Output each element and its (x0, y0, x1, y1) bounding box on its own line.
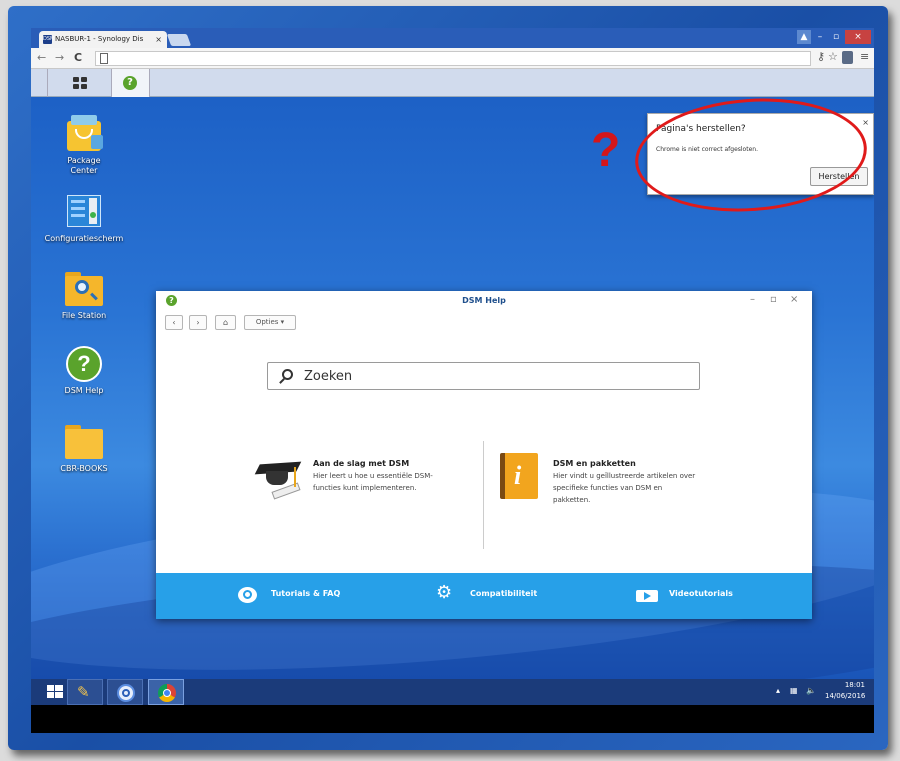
screen-bottom-border (31, 705, 874, 733)
topic-description: pakketten. (553, 496, 591, 504)
annotation-question-mark: ? (591, 124, 621, 177)
reload-button[interactable]: C (74, 51, 82, 64)
screenshot-frame: DSM NASBUR-1 - Synology Dis × ▲ – ▫ × ← … (8, 6, 888, 750)
dsm-help-icon: ? (123, 76, 137, 90)
chat-bubble-icon (238, 587, 257, 603)
desktop-icon-file-station[interactable]: File Station (34, 270, 134, 321)
volume-icon[interactable]: 🔈 (806, 686, 816, 695)
graduation-cap-icon (254, 459, 304, 503)
tray-expand-icon[interactable]: ▴ (776, 686, 780, 695)
windows-logo-icon (47, 685, 63, 699)
minimize-icon[interactable]: – (750, 294, 755, 305)
main-menu-icon (73, 77, 87, 89)
network-icon[interactable]: ▦ (790, 686, 798, 695)
close-icon[interactable]: × (790, 294, 798, 305)
options-button[interactable]: Opties ▾ (244, 315, 296, 330)
taskbar-app[interactable] (107, 679, 143, 705)
desktop-icon-label: File Station (61, 311, 107, 320)
browser-titlebar: DSM NASBUR-1 - Synology Dis × ▲ – ▫ × (31, 28, 874, 48)
new-tab-button[interactable] (166, 34, 192, 46)
control-panel-icon (63, 193, 105, 231)
home-button[interactable]: ⌂ (215, 315, 236, 330)
dsm-help-window: ? DSM Help – ▫ × ‹ › ⌂ Opties ▾ Zoeken A… (156, 291, 812, 619)
topic-title: DSM en pakketten (553, 459, 636, 468)
page-icon (100, 53, 108, 64)
search-icon (282, 369, 293, 380)
help-window-title: DSM Help (462, 296, 506, 305)
topic-title: Aan de slag met DSM (313, 459, 410, 468)
help-window-titlebar[interactable]: ? DSM Help – ▫ × (156, 291, 812, 311)
forward-button[interactable]: › (189, 315, 207, 330)
home-icon: ⌂ (222, 318, 229, 327)
tutorials-faq-label: Tutorials & FAQ (271, 589, 341, 598)
desktop-icon-package-center[interactable]: Package Center (34, 115, 134, 176)
taskbar-chrome[interactable] (148, 679, 184, 705)
annotation-red-ellipse (631, 91, 871, 219)
maximize-icon[interactable]: ▫ (770, 294, 777, 305)
forward-button[interactable]: → (55, 51, 64, 64)
topic-description: functies kunt implementeren. (313, 484, 417, 492)
clock-time[interactable]: 18:01 (825, 681, 865, 689)
compatibility-label: Compatibiliteit (470, 589, 538, 598)
tab-close-icon[interactable]: × (155, 31, 162, 48)
main-menu-button[interactable] (47, 69, 112, 97)
close-window-button[interactable]: × (845, 30, 871, 44)
dsm-help-icon: ? (63, 345, 105, 383)
video-play-icon (636, 590, 658, 602)
topic-description: Hier leert u hoe u essentiële DSM- (313, 472, 433, 480)
gears-icon: ⚙ (436, 582, 453, 603)
taskbar-dsm-help-button[interactable]: ? (112, 69, 150, 97)
back-button[interactable]: ← (37, 51, 46, 64)
desktop-icon-control-panel[interactable]: Configuratiescherm (34, 193, 134, 244)
windows-taskbar: ✎ ▴ ▦ 🔈 18:01 14/06/2016 (31, 679, 874, 705)
extension-icon[interactable] (842, 51, 853, 64)
key-icon[interactable]: ⚷ (817, 50, 825, 63)
topic-description: Hier vindt u geïllustreerde artikelen ov… (553, 472, 696, 480)
minimize-button[interactable]: – (813, 30, 827, 44)
desktop-icon-label: Configuratiescherm (44, 234, 124, 243)
menu-icon[interactable]: ≡ (860, 50, 869, 63)
address-bar[interactable] (95, 51, 811, 66)
desktop-icon-cbr-books[interactable]: CBR-BOOKS (34, 423, 134, 474)
folder-icon (63, 423, 105, 461)
paint-icon: ✎ (77, 683, 90, 701)
dsm-desktop: ? Package Center Configuratiescherm File… (31, 69, 874, 679)
maximize-button[interactable]: ▫ (829, 30, 843, 44)
taskbar-paint-app[interactable]: ✎ (67, 679, 103, 705)
back-button[interactable]: ‹ (165, 315, 183, 330)
bookmark-star-icon[interactable]: ☆ (828, 50, 838, 63)
file-station-icon (63, 270, 105, 308)
package-center-icon (63, 115, 105, 153)
tab-title: NASBUR-1 - Synology Dis (55, 35, 144, 43)
profile-icon[interactable]: ▲ (797, 30, 811, 44)
browser-tab[interactable]: DSM NASBUR-1 - Synology Dis × (39, 31, 167, 48)
chrome-icon (158, 684, 176, 702)
app-icon (117, 684, 135, 702)
help-footer: Tutorials & FAQ ⚙ Compatibiliteit Videot… (156, 573, 812, 619)
info-book-icon: i (500, 453, 540, 499)
screen: DSM NASBUR-1 - Synology Dis × ▲ – ▫ × ← … (31, 28, 874, 733)
dsm-taskbar: ? (31, 69, 874, 97)
desktop-icon-label: DSM Help (64, 386, 104, 395)
video-tutorials-label: Videotutorials (669, 589, 733, 598)
search-placeholder: Zoeken (304, 369, 353, 384)
help-search-input[interactable]: Zoeken (267, 362, 700, 390)
synology-favicon-icon: DSM (43, 35, 55, 44)
desktop-icon-label: CBR-BOOKS (60, 464, 108, 473)
desktop-icon-label: Package Center (67, 156, 101, 175)
desktop-icon-dsm-help[interactable]: ? DSM Help (34, 345, 134, 396)
browser-toolbar: ← → C ⚷ ☆ ≡ (31, 48, 874, 69)
clock-date[interactable]: 14/06/2016 (825, 692, 865, 700)
topic-description: specifieke functies van DSM en (553, 484, 663, 492)
topic-divider (483, 441, 484, 549)
close-icon[interactable]: × (862, 118, 869, 127)
